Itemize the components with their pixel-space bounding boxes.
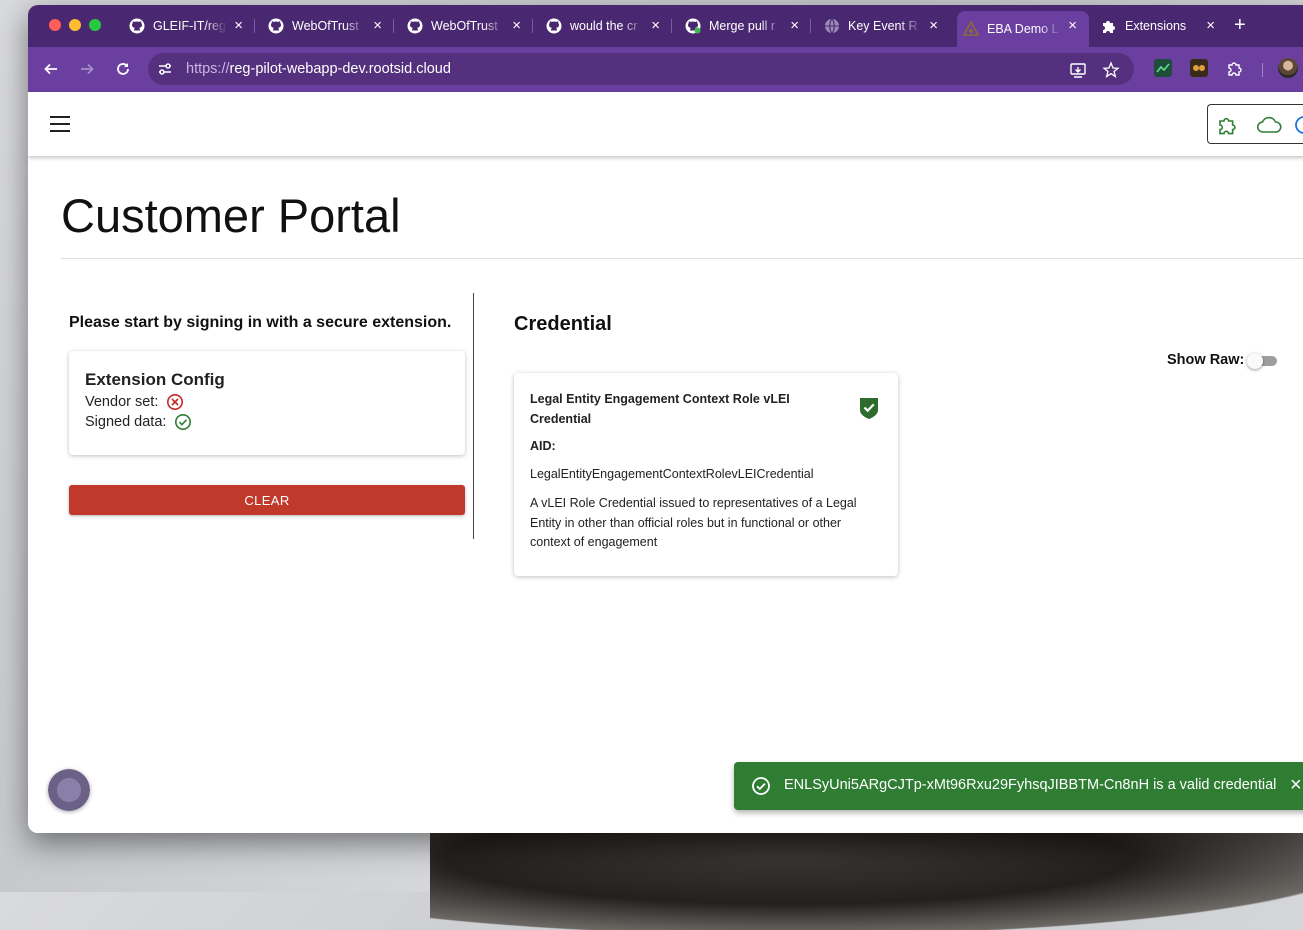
tab-key-event[interactable]: Key Event R ×	[818, 11, 950, 41]
tab-strip: GLEIF-IT/reg × WebOfTrust × WebOfTrust ×…	[28, 5, 1303, 47]
tab-close-icon[interactable]: ×	[1206, 18, 1215, 34]
tab-label: EBA Demo L	[987, 22, 1059, 36]
column-divider	[473, 293, 474, 539]
app-bar	[28, 92, 1303, 156]
check-circle-icon	[175, 414, 192, 430]
toggle-thumb[interactable]	[1247, 353, 1263, 369]
show-raw-toggle[interactable]	[1247, 353, 1277, 369]
tab-label: GLEIF-IT/reg	[153, 19, 226, 33]
hamburger-menu-icon[interactable]	[50, 116, 70, 132]
tab-merge-pull[interactable]: Merge pull r ×	[679, 11, 811, 41]
tab-close-icon[interactable]: ×	[373, 18, 382, 34]
extension-chart-icon[interactable]	[1154, 59, 1172, 77]
extension-config-title: Extension Config	[85, 370, 225, 389]
signed-data-row: Signed data:	[85, 413, 192, 431]
page-title: Customer Portal	[61, 189, 401, 242]
signed-data-label: Signed data:	[85, 414, 167, 430]
vendor-set-row: Vendor set:	[85, 393, 184, 411]
snackbar-close-icon[interactable]: ×	[1290, 775, 1302, 795]
credential-card[interactable]: Legal Entity Engagement Context Role vLE…	[514, 373, 898, 576]
extension-config-card: Extension Config Vendor set: Signed data…	[69, 351, 465, 455]
extension-status-panel	[1207, 104, 1303, 144]
tab-close-icon[interactable]: ×	[790, 18, 799, 34]
tab-label: Key Event R	[848, 19, 918, 33]
tab-eba-demo[interactable]: EBA Demo L ×	[957, 11, 1089, 47]
tab-label: Extensions	[1125, 19, 1187, 33]
minimize-window-button[interactable]	[69, 19, 81, 31]
tab-close-icon[interactable]: ×	[1068, 18, 1077, 34]
credential-description: A vLEI Role Credential issued to represe…	[530, 496, 857, 550]
title-divider	[61, 258, 1303, 259]
reload-button[interactable]	[113, 59, 133, 79]
tab-close-icon[interactable]: ×	[929, 18, 938, 34]
show-raw-label: Show Raw:	[1167, 352, 1245, 368]
tab-gleif[interactable]: GLEIF-IT/reg ×	[123, 11, 255, 41]
tab-label: WebOfTrust	[431, 19, 498, 33]
back-arrow-icon	[44, 63, 57, 75]
github-icon	[407, 18, 423, 34]
maximize-window-button[interactable]	[89, 19, 101, 31]
credential-name: Legal Entity Engagement Context Role vLE…	[530, 392, 790, 426]
verified-shield-icon	[860, 398, 878, 419]
success-check-icon	[752, 777, 770, 795]
snackbar-message: ENLSyUni5ARgCJTp-xMt96Rxu29FyhsqJIBBTM-C…	[784, 777, 1277, 793]
eba-logo-icon	[963, 21, 979, 37]
url-text: https://reg-pilot-webapp-dev.rootsid.clo…	[186, 61, 451, 77]
reload-icon	[117, 63, 129, 75]
profile-avatar[interactable]	[1278, 58, 1298, 78]
tab-would-the[interactable]: would the cr ×	[540, 11, 672, 41]
github-icon	[268, 18, 284, 34]
error-circle-icon	[167, 394, 184, 410]
forward-button[interactable]	[77, 59, 97, 79]
close-window-button[interactable]	[49, 19, 61, 31]
status-circle-icon[interactable]	[1294, 115, 1303, 135]
github-icon	[546, 18, 562, 34]
tab-label: Merge pull r	[709, 19, 775, 33]
toolbar-divider	[1262, 63, 1263, 77]
app-logo-button[interactable]	[48, 769, 90, 811]
site-settings-icon[interactable]	[157, 61, 173, 77]
tab-label: WebOfTrust	[292, 19, 359, 33]
tab-label: would the cr	[570, 19, 638, 33]
back-button[interactable]	[41, 59, 61, 79]
credential-schema: LegalEntityEngagementContextRolevLEICred…	[530, 467, 814, 481]
puzzle-icon	[1101, 18, 1117, 34]
url-host: reg-pilot-webapp-dev.rootsid.cloud	[229, 61, 451, 77]
tab-close-icon[interactable]: ×	[234, 18, 243, 34]
github-icon	[129, 18, 145, 34]
credential-heading: Credential	[514, 313, 612, 335]
bookmark-star-icon[interactable]	[1102, 61, 1120, 79]
browser-window: GLEIF-IT/reg × WebOfTrust × WebOfTrust ×…	[28, 5, 1303, 833]
aid-label: AID:	[530, 439, 556, 453]
vendor-set-label: Vendor set:	[85, 394, 159, 410]
url-scheme: https://	[186, 61, 230, 77]
github-merge-icon	[685, 18, 701, 34]
extensions-puzzle-icon[interactable]	[1226, 59, 1244, 77]
browser-toolbar: https://reg-pilot-webapp-dev.rootsid.clo…	[28, 47, 1303, 92]
install-app-icon[interactable]	[1069, 61, 1087, 79]
tab-close-icon[interactable]: ×	[651, 18, 660, 34]
forward-arrow-icon	[81, 63, 94, 75]
puzzle-outline-icon[interactable]	[1217, 115, 1239, 135]
tab-weboftrust-2[interactable]: WebOfTrust ×	[401, 11, 533, 41]
tab-extensions[interactable]: Extensions ×	[1095, 11, 1227, 41]
new-tab-button[interactable]: +	[1234, 15, 1246, 35]
clear-button[interactable]: CLEAR	[69, 485, 465, 515]
sign-in-prompt: Please start by signing in with a secure…	[69, 314, 452, 331]
tab-weboftrust-1[interactable]: WebOfTrust ×	[262, 11, 394, 41]
success-snackbar: ENLSyUni5ARgCJTp-xMt96Rxu29FyhsqJIBBTM-C…	[734, 762, 1303, 810]
cloud-outline-icon[interactable]	[1256, 116, 1282, 134]
globe-icon	[824, 18, 840, 34]
address-bar[interactable]: https://reg-pilot-webapp-dev.rootsid.clo…	[148, 53, 1134, 85]
web-page: Customer Portal Please start by signing …	[28, 92, 1303, 833]
extension-mask-icon[interactable]	[1190, 59, 1208, 77]
tab-close-icon[interactable]: ×	[512, 18, 521, 34]
